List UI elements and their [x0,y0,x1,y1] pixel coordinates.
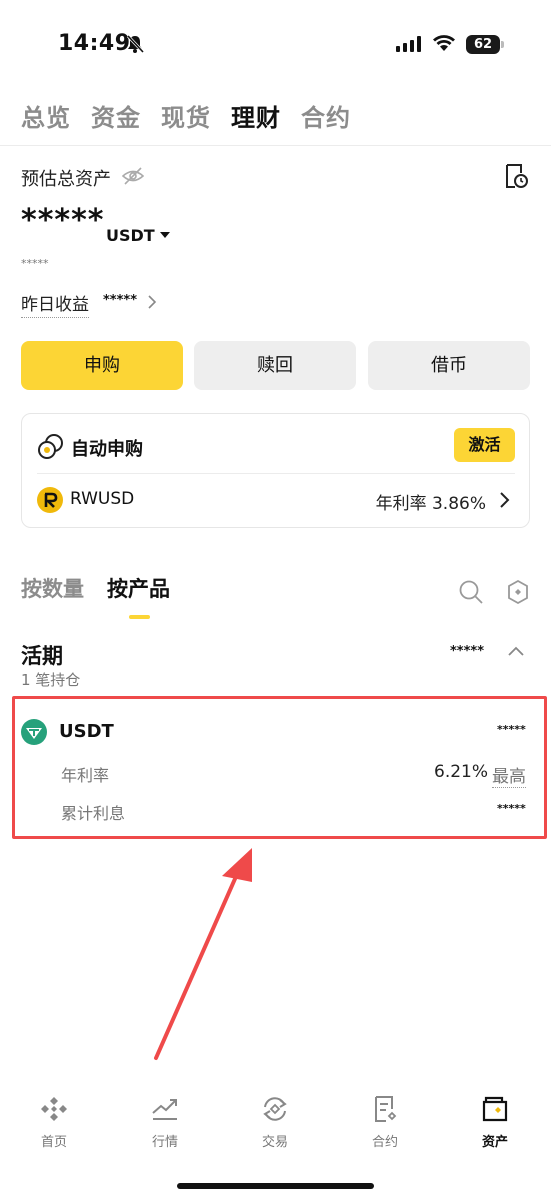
nav-label: 资产 [481,1135,508,1150]
wallet-icon [482,1096,508,1122]
home-icon [41,1097,67,1121]
trade-icon [263,1097,287,1121]
nav-label: 行情 [151,1135,178,1150]
nav-futures[interactable]: 合约 [345,1095,425,1150]
futures-icon [375,1096,397,1122]
nav-label: 合约 [371,1135,398,1150]
annotation-arrow [154,848,252,1060]
nav-trade[interactable]: 交易 [235,1095,315,1150]
nav-label: 交易 [261,1135,288,1150]
nav-label: 首页 [40,1135,67,1150]
nav-markets[interactable]: 行情 [125,1095,205,1150]
home-indicator [177,1183,374,1189]
nav-assets[interactable]: 资产 [455,1095,535,1150]
markets-icon [152,1099,177,1120]
nav-home[interactable]: 首页 [14,1095,94,1150]
